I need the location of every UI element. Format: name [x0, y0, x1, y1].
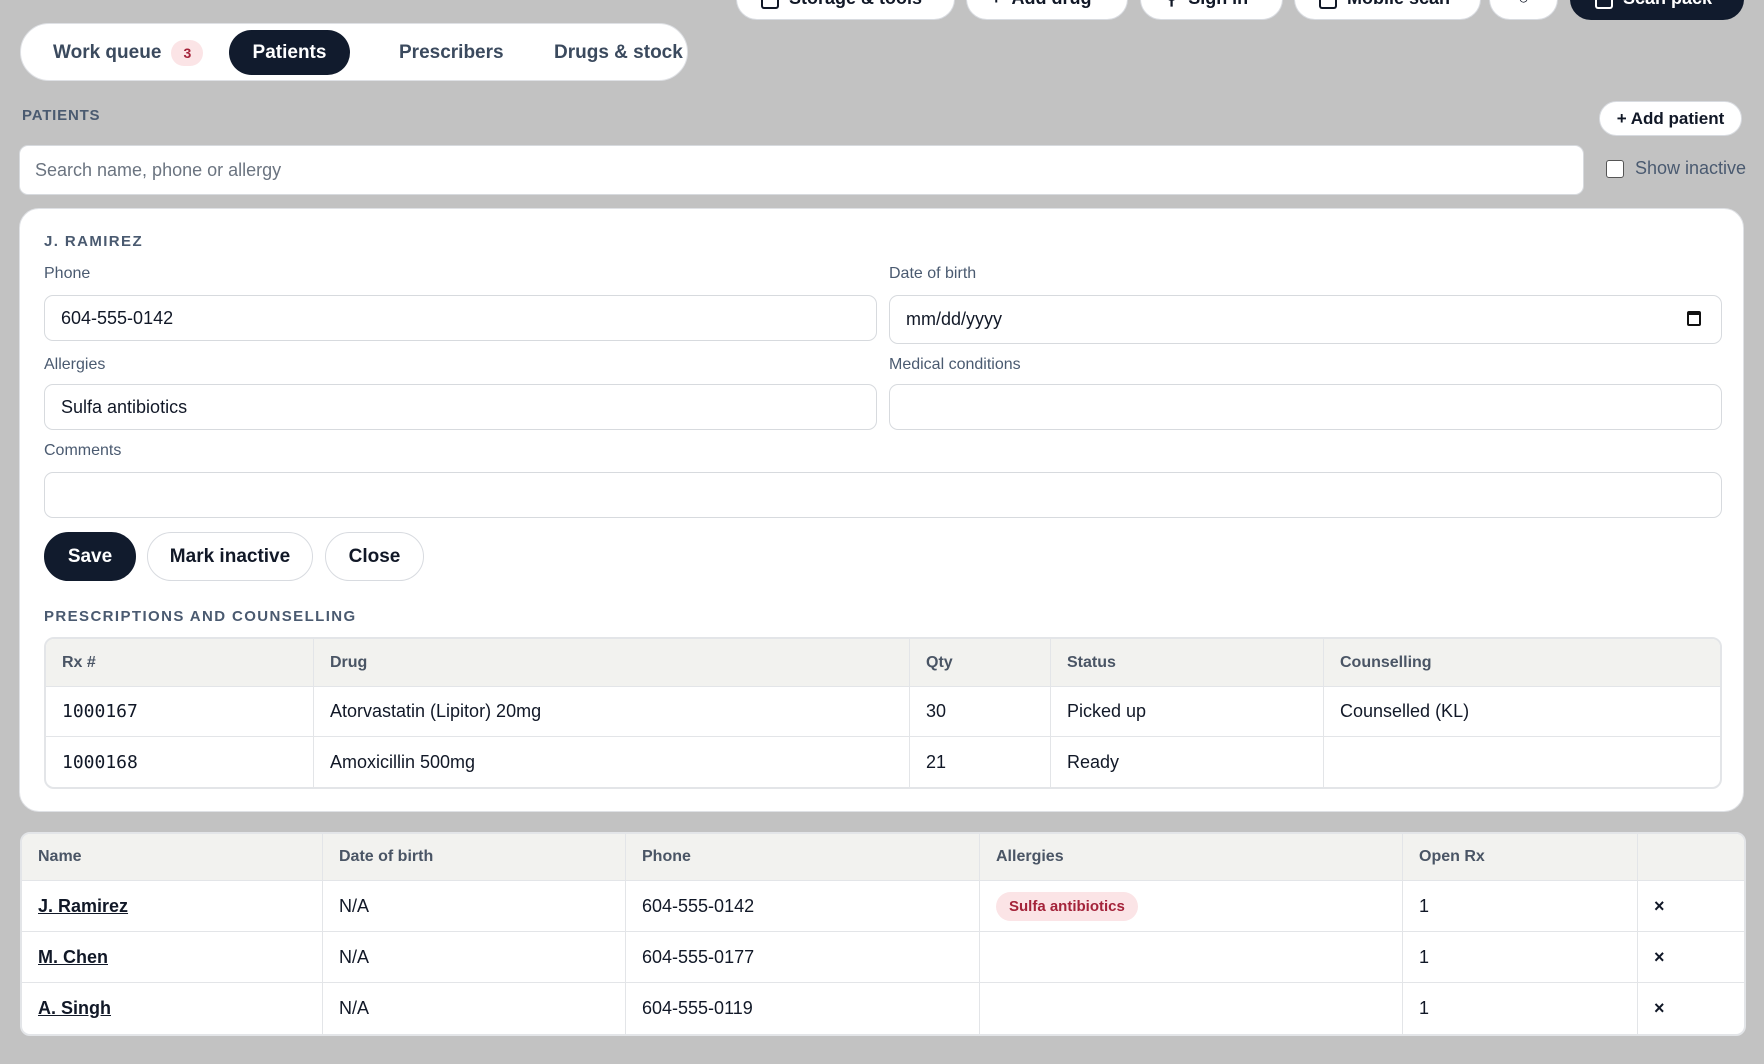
table-row: M. Chen N/A 604-555-0177 1 ×	[22, 932, 1744, 983]
close-button[interactable]: Close	[325, 532, 424, 581]
patient-phone: 604-555-0142	[626, 881, 980, 932]
column-header: Name	[22, 834, 323, 881]
main-tabs: Work queue 3 Patients Prescribers Drugs …	[20, 23, 688, 81]
patient-link[interactable]: J. Ramirez	[38, 896, 128, 916]
rx-number: 1000168	[46, 737, 314, 787]
column-header: Qty	[910, 639, 1051, 687]
dob-label: Date of birth	[889, 265, 977, 282]
patient-phone: 604-555-0119	[626, 983, 980, 1034]
column-header: Rx #	[46, 639, 314, 687]
help-button[interactable]: ○	[1489, 0, 1558, 20]
rx-qty: 21	[910, 737, 1051, 787]
storage-icon	[761, 0, 779, 9]
storage-tools-button[interactable]: Storage & tools	[736, 0, 955, 20]
allergy-badge: Sulfa antibiotics	[996, 891, 1138, 921]
mobile-scan-button[interactable]: Mobile scan	[1294, 0, 1481, 20]
column-header: Open Rx	[1403, 834, 1638, 881]
column-header: Drug	[314, 639, 910, 687]
column-header: Status	[1051, 639, 1324, 687]
column-header	[1638, 834, 1744, 881]
rx-qty: 30	[910, 687, 1051, 737]
rx-number: 1000167	[46, 687, 314, 737]
sign-in-button[interactable]: ⚲ Sign in	[1140, 0, 1283, 20]
rx-drug: Amoxicillin 500mg	[314, 737, 910, 787]
prescriptions-table: Rx # Drug Qty Status Counselling 1000167…	[44, 637, 1722, 789]
table-header-row: Name Date of birth Phone Allergies Open …	[22, 834, 1744, 881]
patient-dob: N/A	[323, 881, 626, 932]
top-toolbar: Storage & tools + Add drug ⚲ Sign in Mob…	[736, 0, 1764, 20]
scan-pack-button[interactable]: Scan pack	[1570, 0, 1744, 20]
comments-label: Comments	[44, 442, 122, 459]
rx-counselling	[1324, 737, 1720, 787]
table-row: J. Ramirez N/A 604-555-0142 Sulfa antibi…	[22, 881, 1744, 932]
patient-open-rx: 1	[1403, 881, 1638, 932]
column-header: Counselling	[1324, 639, 1720, 687]
conditions-field[interactable]	[889, 384, 1722, 430]
table-row: 1000168 Amoxicillin 500mg 21 Ready	[46, 737, 1720, 787]
scan-icon	[1595, 0, 1613, 9]
table-row: A. Singh N/A 604-555-0119 1 ×	[22, 983, 1744, 1034]
qr-icon	[1319, 0, 1337, 9]
phone-field[interactable]: 604-555-0142	[44, 295, 877, 341]
rx-drug: Atorvastatin (Lipitor) 20mg	[314, 687, 910, 737]
patient-name-heading: J. RAMIREZ	[44, 233, 144, 250]
patient-phone: 604-555-0177	[626, 932, 980, 983]
tab-drugs-stock[interactable]: Drugs & stock	[529, 30, 708, 75]
column-header: Date of birth	[323, 834, 626, 881]
rx-status: Ready	[1051, 737, 1324, 787]
patient-dob: N/A	[323, 932, 626, 983]
phone-label: Phone	[44, 265, 91, 282]
prescriptions-heading: PRESCRIPTIONS AND COUNSELLING	[44, 608, 357, 625]
comments-field[interactable]	[44, 472, 1722, 518]
save-button[interactable]: Save	[44, 532, 136, 581]
show-inactive-checkbox[interactable]	[1606, 159, 1624, 178]
patient-dob: N/A	[323, 983, 626, 1034]
patient-search-input[interactable]	[19, 145, 1584, 195]
column-header: Phone	[626, 834, 980, 881]
calendar-icon[interactable]	[1687, 311, 1701, 326]
user-icon: ⚲	[1165, 0, 1178, 9]
patient-open-rx: 1	[1403, 932, 1638, 983]
remove-patient-icon[interactable]: ×	[1654, 998, 1665, 1018]
tab-prescribers[interactable]: Prescribers	[374, 30, 529, 75]
add-patient-button[interactable]: + Add patient	[1599, 101, 1742, 136]
patient-allergies	[980, 932, 1403, 983]
conditions-label: Medical conditions	[889, 356, 1021, 373]
plus-icon: +	[991, 0, 1002, 9]
remove-patient-icon[interactable]: ×	[1654, 947, 1665, 967]
add-drug-button[interactable]: + Add drug	[966, 0, 1128, 20]
tab-patients[interactable]: Patients	[229, 30, 350, 75]
rx-counselling: Counselled (KL)	[1324, 687, 1720, 737]
help-icon: ○	[1518, 0, 1529, 9]
patients-table: Name Date of birth Phone Allergies Open …	[20, 832, 1746, 1036]
show-inactive-toggle[interactable]: Show inactive	[1606, 158, 1746, 179]
remove-patient-icon[interactable]: ×	[1654, 896, 1665, 916]
table-row: 1000167 Atorvastatin (Lipitor) 20mg 30 P…	[46, 687, 1720, 737]
patient-detail-card: J. RAMIREZ Phone 604-555-0142 Date of bi…	[19, 208, 1744, 812]
dob-field[interactable]: mm/dd/yyyy	[889, 295, 1722, 344]
allergies-label: Allergies	[44, 356, 106, 373]
patient-link[interactable]: M. Chen	[38, 947, 108, 967]
mark-inactive-button[interactable]: Mark inactive	[147, 532, 313, 581]
patients-section-title: PATIENTS	[22, 107, 101, 124]
rx-status: Picked up	[1051, 687, 1324, 737]
tab-work-queue[interactable]: Work queue 3	[28, 30, 228, 75]
patient-link[interactable]: A. Singh	[38, 998, 111, 1018]
work-queue-count-badge: 3	[171, 39, 204, 66]
column-header: Allergies	[980, 834, 1403, 881]
allergies-field[interactable]: Sulfa antibiotics	[44, 384, 877, 430]
table-header-row: Rx # Drug Qty Status Counselling	[46, 639, 1720, 687]
patient-allergies	[980, 983, 1403, 1034]
patient-open-rx: 1	[1403, 983, 1638, 1034]
